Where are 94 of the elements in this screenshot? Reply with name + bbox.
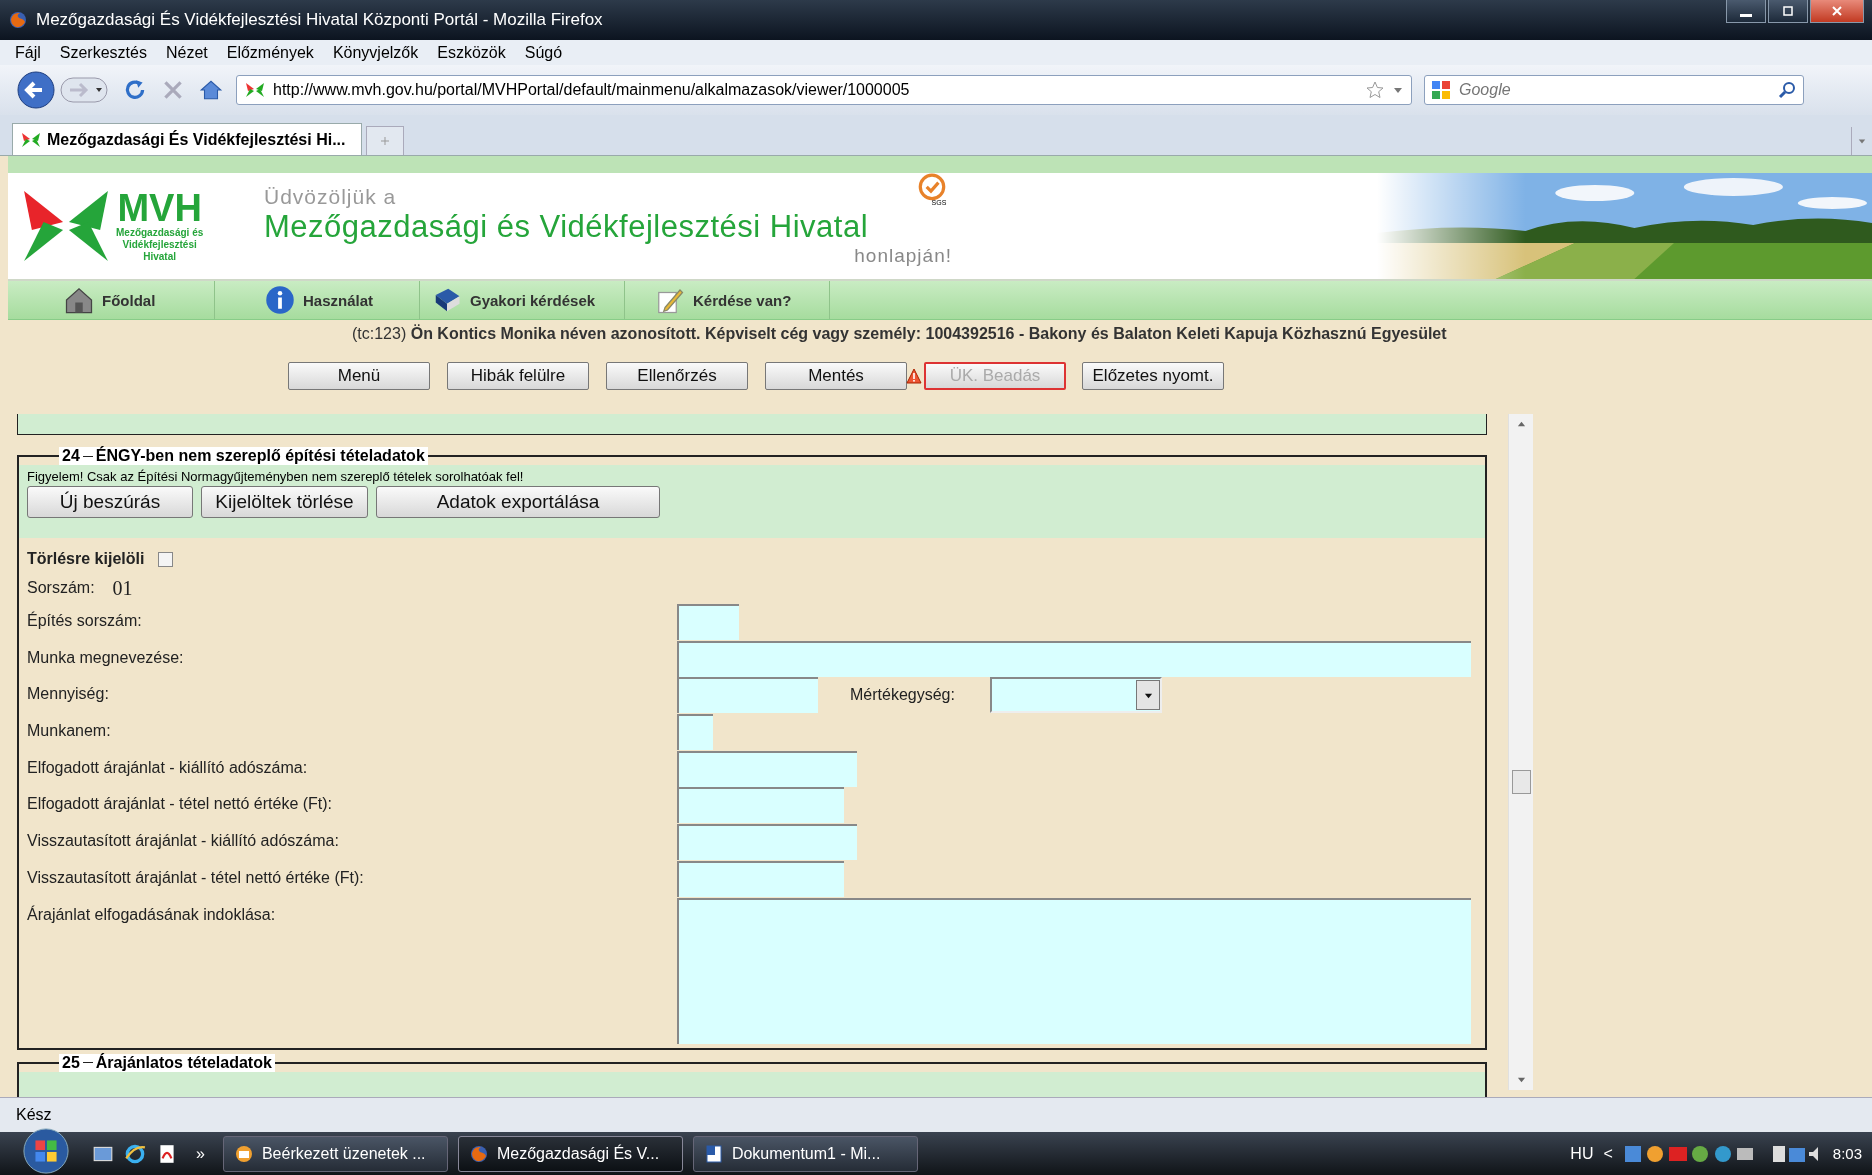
field-label: Törlésre kijelöli	[27, 550, 145, 568]
address-field[interactable]: http://www.mvh.gov.hu/portal/MVHPortal/default/mainmenu/alkalmazasok/viewer/1000005	[236, 75, 1412, 105]
checkbox[interactable]	[158, 551, 174, 567]
scrollbar[interactable]	[1508, 414, 1533, 1090]
action-button[interactable]: Hibák felülre	[447, 362, 589, 390]
plus-icon	[380, 136, 390, 146]
serial-value: 01	[112, 576, 133, 600]
menu-item[interactable]: Súgó	[524, 43, 563, 62]
field-label: Munkanem:	[27, 721, 112, 741]
minimize-button[interactable]	[1726, 0, 1766, 23]
nav-tab[interactable]: Kérdése van?	[625, 281, 830, 319]
field-label: Visszautasított árajánlat - kiállító adószáma:	[27, 831, 340, 851]
search-field[interactable]: Google	[1424, 75, 1804, 105]
menu-item[interactable]: Könyvjelzők	[332, 43, 419, 62]
scroll-thumb[interactable]	[1511, 770, 1531, 794]
nav-tab[interactable]: Főoldal	[8, 281, 215, 319]
unit-select[interactable]	[990, 677, 1162, 714]
caret-icon	[1858, 137, 1866, 145]
browser-tab[interactable]: Mezőgazdasági És Vidékfejlesztési Hi...	[12, 123, 362, 155]
field-label: Árajánlat elfogadásának indoklása:	[27, 904, 277, 924]
input-field[interactable]	[677, 824, 857, 861]
clock: 8:03	[1832, 1145, 1862, 1162]
scroll-up-icon	[1516, 420, 1526, 429]
search-icon[interactable]	[1777, 80, 1797, 100]
taskbar-button[interactable]: Beérkezett üzenetek ...	[222, 1135, 448, 1172]
nav-tab[interactable]: Használat	[215, 281, 420, 319]
nav-tab[interactable]: Gyakori kérdések	[420, 281, 625, 319]
action-button[interactable]: Ellenőrzés	[606, 362, 748, 390]
status-text: Kész	[16, 1106, 52, 1124]
site-logo-icon	[245, 80, 265, 100]
action-button[interactable]: Mentés	[765, 362, 907, 390]
banner-suffix: honlapján!	[854, 245, 952, 267]
field-label: Visszautasított árajánlat - tétel nettó értéke (Ft):	[27, 867, 365, 887]
language-indicator[interactable]: HU	[1570, 1144, 1594, 1163]
new-tab-button[interactable]	[366, 126, 404, 155]
minimize-icon	[1740, 13, 1752, 17]
field-label: Elfogadott árajánlat - kiállító adószáma:	[27, 757, 309, 777]
input-field[interactable]	[677, 787, 844, 824]
logo-subtitle: Mezőgazdasági és	[116, 227, 204, 239]
section-number: 25	[62, 1053, 80, 1072]
more-button[interactable]: »	[196, 1144, 205, 1163]
maximize-icon	[1782, 5, 1794, 17]
window-title: Mezőgazdasági És Vidékfejlesztési Hivatal Központi Portál - Mozilla Firefox	[36, 10, 603, 30]
field-label: Elfogadott árajánlat - tétel nettó értéke (Ft):	[27, 794, 334, 814]
field-label: Sorszám:	[27, 579, 95, 597]
input-field[interactable]	[677, 640, 1471, 677]
section-button[interactable]: Új beszúrás	[27, 486, 193, 518]
taskbar-button[interactable]: Dokumentum1 - Mi...	[692, 1135, 918, 1172]
menu-item[interactable]: Eszközök	[437, 43, 506, 62]
field-label: Munka megnevezése:	[27, 647, 185, 667]
menu-item[interactable]: Fájl	[15, 43, 41, 62]
section-button[interactable]: Adatok exportálása	[376, 486, 660, 518]
document-icon	[703, 1143, 724, 1164]
input-field[interactable]	[677, 677, 818, 714]
browser-icon[interactable]	[124, 1142, 146, 1165]
banner-title: Mezőgazdasági és Vidékfejlesztési Hivatal	[264, 209, 870, 245]
action-button[interactable]: Előzetes nyomt.	[1082, 362, 1224, 390]
dropdown-icon[interactable]	[1393, 85, 1403, 95]
input-field[interactable]	[677, 750, 857, 787]
logo-title: MVH	[117, 189, 202, 227]
close-icon	[1831, 5, 1843, 17]
logo-subtitle: Hivatal	[143, 251, 177, 263]
firefox-icon	[468, 1143, 489, 1164]
section-number: 24	[62, 447, 80, 465]
maximize-button[interactable]	[1768, 0, 1808, 23]
taskbar-button[interactable]: Mezőgazdasági És V...	[457, 1135, 683, 1172]
close-button[interactable]	[1810, 0, 1864, 23]
input-field[interactable]	[677, 860, 844, 897]
house-icon	[64, 285, 94, 315]
menu-item[interactable]: Nézet	[165, 43, 208, 62]
menu-item[interactable]: Szerkesztés	[59, 43, 147, 62]
mail-icon	[233, 1143, 254, 1164]
section-button[interactable]: Kijelöltek törlése	[201, 486, 368, 518]
input-field[interactable]	[677, 714, 713, 751]
logo-subtitle: Vidékfejlesztési	[122, 239, 197, 251]
menu-item[interactable]: Előzmények	[226, 43, 314, 62]
user-info: (tc:123) Ön Kontics Monika néven azonosított. Képviselt cég vagy személy: 1004392516 - Bakony és Balaton Keleti Kapuja Közhasznú Egyesület	[352, 325, 1447, 344]
search-engine-icon[interactable]	[1431, 80, 1451, 100]
field-label: Mennyiség:	[27, 684, 110, 704]
input-field[interactable]	[677, 604, 739, 640]
field-label: Mértékegység:	[850, 686, 956, 705]
field-label: Építés sorszám:	[27, 610, 143, 630]
notice-text: Figyelem! Csak az Építési Normagyűjteményben nem szereplő tételek sorolhatóak fel!	[27, 469, 525, 484]
tray-expand-button[interactable]: <	[1603, 1144, 1613, 1163]
scroll-down-icon	[1516, 1075, 1526, 1084]
welcome-text: Üdvözöljük a	[264, 185, 398, 209]
section-title: Árajánlatos tételadatok	[95, 1053, 272, 1072]
url-text: http://www.mvh.gov.hu/portal/MVHPortal/default/mainmenu/alkalmazasok/viewer/1000005	[273, 81, 910, 99]
info-icon	[265, 285, 295, 315]
section-title: ÉNGY-ben nem szereplő építési tételadatok	[95, 447, 425, 465]
action-button[interactable]: Menü	[288, 362, 430, 390]
star-icon[interactable]	[1365, 80, 1385, 100]
start-button[interactable]	[20, 1126, 72, 1175]
firefox-icon	[8, 10, 28, 30]
